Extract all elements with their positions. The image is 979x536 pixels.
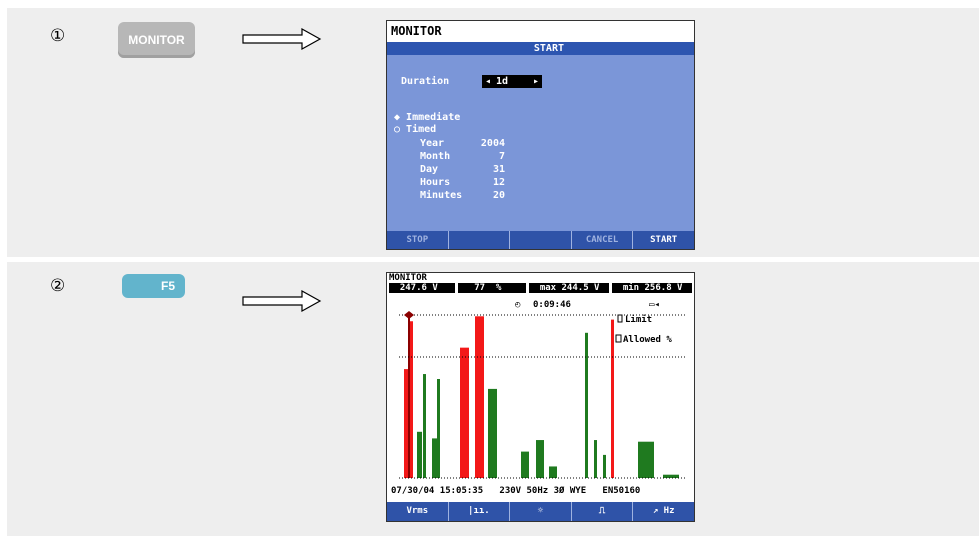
chart-bar [536, 440, 544, 478]
chart-bar [488, 388, 497, 478]
f2-key[interactable] [449, 231, 511, 249]
immediate-label: Immediate [406, 112, 461, 123]
cursor-marker-icon [404, 311, 414, 319]
clock-icon: ◴ [515, 300, 521, 310]
field-label-year: Year [420, 138, 445, 149]
readout-min: min 256.8 V [612, 283, 692, 293]
status-nominal: 230V [499, 486, 522, 496]
chart-bar [417, 431, 422, 478]
status-standard: EN50160 [602, 486, 641, 496]
duration-label: Duration [401, 76, 450, 87]
step-number-2: ② [50, 276, 66, 296]
field-value-hours[interactable]: 12 [469, 177, 505, 188]
legend-allowed: Allowed % [623, 335, 672, 345]
chart-bar [603, 454, 606, 478]
chart-bar [594, 440, 597, 478]
monitor-key[interactable]: MONITOR [118, 22, 195, 58]
chart-bar [460, 347, 469, 478]
arrow-right-icon [242, 28, 322, 50]
step-number-1: ① [50, 26, 66, 46]
f5-hz-key[interactable]: ↗ Hz [633, 502, 694, 521]
chart-bar [663, 474, 679, 478]
right-arrow-icon[interactable]: ▸ [533, 75, 539, 88]
battery-plug-icon: ▭◂ [649, 300, 660, 310]
field-value-month[interactable]: 7 [469, 151, 505, 162]
arrow-right-icon [242, 290, 322, 312]
start-header-bar: START [387, 42, 694, 55]
legend-allowed-swatch [615, 334, 622, 343]
status-frequency: 50Hz [526, 486, 549, 496]
cursor-line [408, 315, 410, 478]
f1-stop-key[interactable]: STOP [387, 231, 449, 249]
f4-cancel-key[interactable]: CANCEL [572, 231, 634, 249]
elapsed-timer: 0:09:46 [533, 300, 571, 310]
monitor-bar-chart: ◴ 0:09:46 ▭◂ Limit Allowed % [399, 300, 687, 479]
screen-title: MONITOR [387, 21, 694, 42]
chart-bar [611, 319, 614, 478]
chart-bar [423, 374, 426, 478]
f4-dip-icon[interactable]: ⎍ [572, 502, 634, 521]
status-date: 07/30/04 [391, 486, 435, 496]
status-line: 07/30/04 15:05:35 230V 50Hz 3Ø WYE EN501… [391, 486, 691, 496]
duration-value: 1d [496, 76, 509, 87]
screen-title: MONITOR [389, 273, 427, 283]
field-label-hours: Hours [420, 177, 451, 188]
radio-unselected-icon: ○ [394, 124, 407, 135]
option-timed[interactable]: ○ Timed [394, 124, 436, 135]
option-immediate[interactable]: ◆ Immediate [394, 112, 460, 123]
legend-limit: Limit [625, 314, 652, 325]
f1-vrms-key[interactable]: Vrms [387, 502, 449, 521]
screen-header: MONITOR 247.6 V 77 % max 244.5 V min 256… [387, 273, 694, 295]
f2-bar-graph-icon[interactable]: |ıı. [449, 502, 511, 521]
function-key-bar: Vrms |ıı. ☼ ⎍ ↗ Hz [387, 502, 694, 521]
chart-bar [475, 316, 484, 478]
chart-bar [638, 441, 654, 478]
field-label-day: Day [420, 164, 439, 175]
field-label-minutes: Minutes [420, 190, 463, 201]
function-key-bar: STOP CANCEL START [387, 231, 694, 249]
arrow-icon: ↗ [652, 506, 664, 516]
f5-key[interactable]: F5 [122, 274, 185, 298]
readout-max: max 244.5 V [529, 283, 609, 293]
readout-percent: 77 % [458, 283, 526, 293]
field-value-minutes[interactable]: 20 [469, 190, 505, 201]
legend-limit-swatch [617, 314, 623, 323]
field-value-year[interactable]: 2004 [469, 138, 505, 149]
left-arrow-icon[interactable]: ◂ [485, 75, 491, 88]
monitor-running-screen: MONITOR 247.6 V 77 % max 244.5 V min 256… [386, 272, 695, 522]
radio-selected-icon: ◆ [394, 112, 407, 123]
status-time: 15:05:35 [439, 486, 484, 496]
field-value-day[interactable]: 31 [469, 164, 505, 175]
f3-flicker-icon[interactable]: ☼ [510, 502, 572, 521]
chart-bar [437, 379, 440, 478]
f5-start-key[interactable]: START [633, 231, 694, 249]
chart-bar [549, 466, 557, 478]
status-config: 3Ø WYE [553, 486, 587, 496]
chart-bar [585, 332, 588, 478]
monitor-start-screen: MONITOR START Duration ◂ 1d ▸ ◆ Immediat… [386, 20, 695, 250]
readout-vrms: 247.6 V [389, 283, 455, 293]
chart-bar [521, 451, 529, 478]
f3-key[interactable] [510, 231, 572, 249]
timed-label: Timed [406, 124, 437, 135]
duration-selector[interactable]: ◂ 1d ▸ [482, 75, 542, 88]
field-label-month: Month [420, 151, 451, 162]
